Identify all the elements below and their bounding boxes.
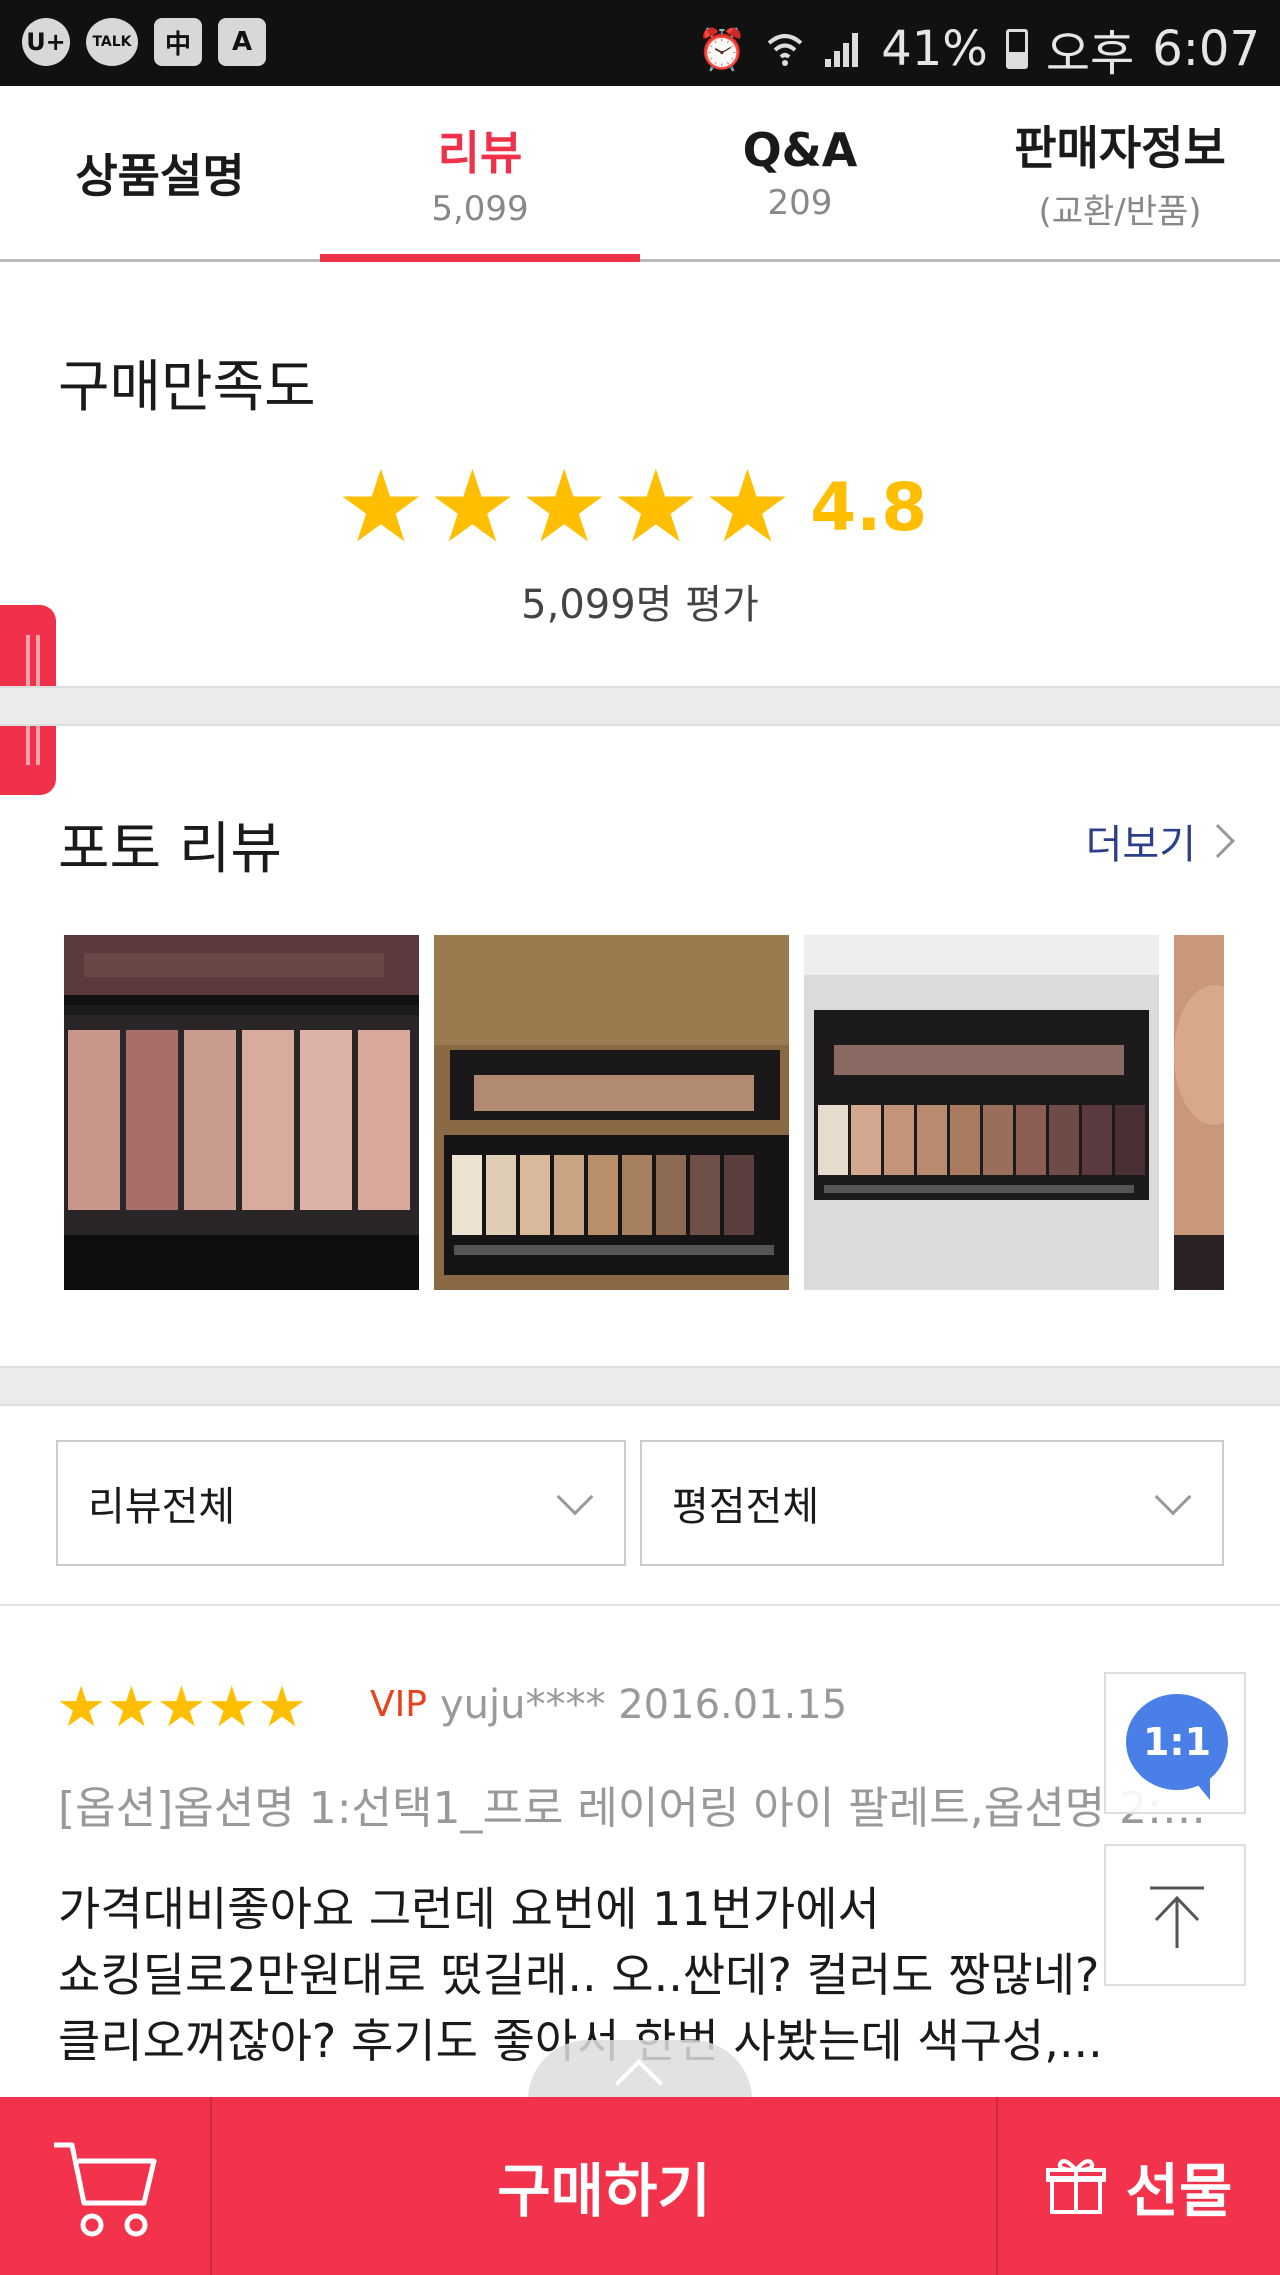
uplus-icon: U+ bbox=[22, 18, 70, 66]
section-divider bbox=[0, 686, 1280, 726]
status-bar: U+ TALK 中 A ⏰ 41% 오후 6:07 bbox=[0, 0, 1280, 86]
star-icon: ★ bbox=[256, 1675, 308, 1740]
rating-filter-value: 평점전체 bbox=[672, 1484, 820, 1530]
review-line: 가격대비좋아요 그런데 요번에 11번가에서 bbox=[58, 1882, 880, 1936]
star-icon: ★ bbox=[56, 1675, 107, 1740]
rating-filter-select[interactable]: 평점전체 bbox=[640, 1440, 1224, 1566]
photo-review-carousel[interactable] bbox=[64, 935, 1224, 1290]
cart-button[interactable] bbox=[0, 2097, 212, 2275]
photo-review-title: 포토 리뷰 bbox=[58, 817, 282, 882]
more-link-label: 더보기 bbox=[1085, 822, 1196, 868]
review-rating: ★ ★ ★ ★ ★ bbox=[56, 1680, 307, 1736]
status-system-icons: ⏰ 41% 오후 6:07 bbox=[697, 14, 1260, 84]
section-divider bbox=[0, 1366, 1280, 1406]
chat-label: 1:1 bbox=[1142, 1720, 1212, 1764]
star-icon: ★ bbox=[156, 1675, 207, 1740]
review-photo[interactable] bbox=[804, 935, 1159, 1290]
tab-label: Q&A bbox=[742, 122, 858, 177]
chinese-input-icon: 中 bbox=[154, 18, 202, 66]
vip-badge: VIP bbox=[370, 1684, 427, 1725]
average-rating: ★ ★ ★ ★ ★ 4.8 bbox=[336, 457, 927, 557]
tab-label: 리뷰 bbox=[437, 125, 523, 180]
star-icon: ★ bbox=[519, 448, 609, 565]
purchase-bar: 구매하기 선물 bbox=[0, 2097, 1280, 2275]
clock-ampm: 오후 bbox=[1045, 26, 1135, 82]
tab-reviews[interactable]: 리뷰 5,099 bbox=[320, 86, 640, 262]
tab-seller-info[interactable]: 판매자정보 (교환/반품) bbox=[960, 86, 1280, 259]
gift-label: 선물 bbox=[1125, 2157, 1233, 2225]
tab-qna[interactable]: Q&A 209 bbox=[640, 86, 960, 259]
chat-bubble-icon: 1:1 bbox=[1126, 1694, 1228, 1800]
kakaotalk-icon: TALK bbox=[86, 18, 138, 66]
star-icon: ★ bbox=[336, 448, 426, 565]
product-tabs: 상품설명 리뷰 5,099 Q&A 209 판매자정보 (교환/반품) bbox=[0, 86, 1280, 262]
star-icon: ★ bbox=[702, 448, 793, 565]
chat-button[interactable]: 1:1 bbox=[1104, 1672, 1246, 1814]
tab-count: 5,099 bbox=[431, 188, 529, 229]
review-line: 쇼킹딜로2만원대로 떴길래.. 오..싼데? 컬러도 짱많네? bbox=[58, 1948, 1100, 2002]
review-user: yuju**** bbox=[440, 1682, 606, 1728]
tab-label: 상품설명 bbox=[75, 148, 245, 203]
wifi-icon bbox=[767, 34, 803, 66]
eyeshadow-palette-photo bbox=[804, 935, 1159, 1290]
scroll-top-button[interactable] bbox=[1104, 1844, 1246, 1986]
star-icon: ★ bbox=[427, 448, 518, 565]
signal-icon bbox=[825, 33, 859, 67]
status-notification-icons: U+ TALK 中 A bbox=[22, 18, 266, 66]
star-icon: ★ bbox=[206, 1675, 257, 1740]
review-option: [옵션]옵션명 1:선택1_프로 레이어링 아이 팔레트,옵션명 2:선택2 bbox=[58, 1783, 1223, 1834]
review-type-select[interactable]: 리뷰전체 bbox=[56, 1440, 626, 1566]
eyeshadow-palette-photo bbox=[434, 935, 789, 1290]
buy-label: 구매하기 bbox=[497, 2157, 711, 2225]
satisfaction-section: 구매만족도 ★ ★ ★ ★ ★ 4.8 5,099명 평가 bbox=[0, 262, 1280, 686]
rating-value: 4.8 bbox=[810, 468, 928, 546]
star-icon: ★ bbox=[106, 1675, 157, 1740]
expand-handle[interactable] bbox=[528, 2040, 752, 2108]
tab-subtitle: (교환/반품) bbox=[1038, 192, 1202, 232]
hand-swatch-photo bbox=[1174, 935, 1224, 1290]
review-meta: yuju**** 2016.01.15 bbox=[440, 1682, 847, 1728]
tab-description[interactable]: 상품설명 bbox=[0, 86, 320, 259]
tab-count: 209 bbox=[767, 182, 833, 223]
review-photo[interactable] bbox=[1174, 935, 1224, 1290]
tab-label: 판매자정보 bbox=[1014, 121, 1226, 175]
rating-count: 5,099명 평가 bbox=[521, 582, 759, 628]
alarm-icon: ⏰ bbox=[697, 26, 748, 73]
eyeshadow-palette-photo bbox=[64, 935, 419, 1290]
review-photo[interactable] bbox=[64, 935, 419, 1290]
chevron-down-icon bbox=[1154, 1478, 1192, 1516]
review-date: 2016.01.15 bbox=[618, 1682, 848, 1728]
battery-icon bbox=[1005, 29, 1028, 69]
gift-icon bbox=[1045, 2159, 1106, 2214]
divider bbox=[0, 1604, 1280, 1606]
clock-time: 6:07 bbox=[1152, 21, 1260, 77]
more-link[interactable]: 더보기 bbox=[1085, 812, 1235, 870]
satisfaction-title: 구매만족도 bbox=[58, 355, 316, 420]
chevron-right-icon bbox=[1201, 824, 1235, 858]
gift-button[interactable]: 선물 bbox=[998, 2097, 1280, 2275]
star-icon: ★ bbox=[610, 448, 701, 565]
buy-button[interactable]: 구매하기 bbox=[212, 2097, 998, 2275]
chevron-down-icon bbox=[556, 1478, 594, 1516]
arrow-up-icon bbox=[1150, 1886, 1204, 1948]
cart-icon bbox=[54, 2142, 157, 2237]
keyboard-a-icon: A bbox=[218, 18, 266, 66]
review-photo[interactable] bbox=[434, 935, 789, 1290]
battery-percent: 41% bbox=[881, 21, 988, 77]
review-type-value: 리뷰전체 bbox=[88, 1484, 236, 1530]
